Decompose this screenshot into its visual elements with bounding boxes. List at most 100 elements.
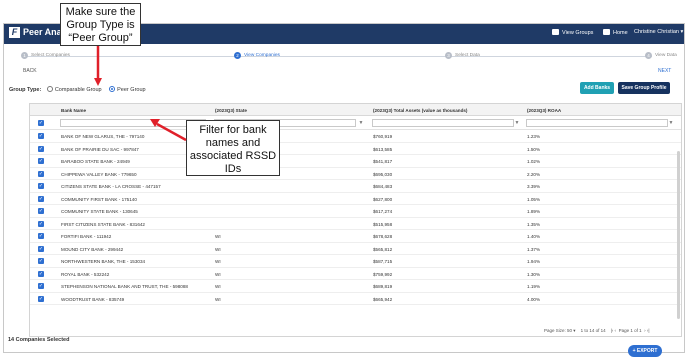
step-select-companies[interactable]: 1 Select Companies [21,52,70,59]
annotation-line: names and [205,137,261,149]
peer-group-label[interactable]: Peer Group [117,87,145,93]
users-icon [552,29,559,35]
table-row[interactable]: ✓ BANK OF NEW GLARUS, THE - 797140 $760,91… [30,130,681,143]
prev-page-icon[interactable]: ‹ [615,328,617,333]
table-row[interactable]: ✓ FIRST CITIZENS STATE BANK - 831642 $515,… [30,218,681,230]
user-menu[interactable]: Christine Christian ▾ [634,29,683,35]
home-icon [603,29,610,35]
total-assets-cell: $665,942 [373,296,393,302]
user-menu-label: Christine Christian ▾ [634,29,684,35]
roaa-cell: 1.23% [527,134,541,139]
total-assets-filter-input[interactable] [372,119,514,127]
table-row[interactable]: ✓ ROYAL BANK - 532242 WI $759,992 1.30% [30,268,681,280]
progress-stepper: 1 Select Companies 2 View Companies 3 Selec… [4,52,684,64]
selected-count: 14 Companies Selected [8,337,70,343]
bank-name-cell: FIRST CITIZENS STATE BANK - 831642 [61,221,145,227]
total-assets-cell: $695,030 [373,171,393,177]
nav-home-label: Home [613,30,628,36]
table-row[interactable]: ✓ MOUND CITY BANK - 299442 WI $565,812 1.37% [30,243,681,255]
row-checkbox[interactable]: ✓ [38,145,44,152]
row-checkbox[interactable]: ✓ [38,295,44,302]
back-link[interactable]: BACK [23,68,37,74]
total-assets-cell: $541,817 [373,159,393,164]
state-cell: WI [215,284,221,289]
total-assets-filter-icon[interactable]: ▼ [514,120,520,126]
row-checkbox[interactable]: ✓ [38,270,44,277]
roaa-cell: 1.40% [527,234,541,239]
row-checkbox[interactable]: ✓ [38,195,44,202]
bank-name-cell: COMMUNITY STATE BANK - 130645 [61,209,138,214]
next-page-icon[interactable]: › [644,328,646,333]
row-checkbox[interactable]: ✓ [38,133,44,139]
nav-view-groups[interactable]: View Groups [552,29,593,36]
state-cell: WI [215,296,221,302]
roaa-cell: 3.39% [527,184,541,189]
table-row[interactable]: ✓ NORTHWESTERN BANK, THE - 153034 WI $587,7… [30,255,681,268]
next-link[interactable]: NEXT [658,68,671,74]
last-page-icon[interactable]: ›| [647,328,650,333]
roaa-filter-icon[interactable]: ▼ [668,120,674,126]
pagination: Page Size: 50 ▾ 1 to 14 of 14 |‹ ‹ Page … [544,328,650,334]
row-checkbox[interactable]: ✓ [38,283,44,289]
column-header-bank-name[interactable]: Bank Name [61,108,86,113]
table-row[interactable]: ✓ BARABOO STATE BANK - 24949 $541,817 1.02% [30,155,681,168]
export-button[interactable]: + EXPORT [628,345,662,357]
row-checkbox[interactable]: ✓ [38,258,44,264]
roaa-cell: 1.05% [527,196,541,202]
row-checkbox[interactable]: ✓ [38,158,44,164]
step-label: Select Data [455,53,480,58]
roaa-cell: 1.89% [527,209,541,214]
bank-name-cell: STEPHENSON NATIONAL BANK AND TRUST, THE … [61,284,188,289]
roaa-cell: 1.19% [527,284,541,289]
roaa-cell: 1.50% [527,146,541,152]
peer-group-radio[interactable] [109,86,116,92]
total-assets-cell: $627,800 [373,196,393,202]
table-row[interactable]: ✓ CITIZENS STATE BANK - LA CROSSE - 44715… [30,180,681,193]
step-view-data[interactable]: 4 View Data [645,52,677,59]
total-assets-cell: $684,483 [373,184,393,189]
comparable-group-label[interactable]: Comparable Group [55,87,102,93]
table-row[interactable]: ✓ COMMUNITY STATE BANK - 130645 $617,274 1.… [30,205,681,218]
save-group-profile-button[interactable]: Save Group Profile [618,82,670,94]
row-checkbox[interactable]: ✓ [38,220,44,227]
table-scrollbar[interactable] [677,151,680,319]
state-cell: WI [215,271,221,277]
table-row[interactable]: ✓ WOODTRUST BANK - 835749 WI $665,942 4.00% [30,293,681,305]
step-number: 4 [645,52,652,59]
nav-home[interactable]: Home [603,29,628,36]
bank-name-cell: BANK OF PRAIRIE DU SAC - 997847 [61,146,139,152]
add-banks-button[interactable]: Add Banks [580,82,614,94]
roaa-filter-input[interactable] [526,119,668,127]
column-header-roaa[interactable]: (2023Q3) ROAA [527,108,561,113]
first-page-icon[interactable]: |‹ [611,328,614,333]
total-assets-cell: $760,919 [373,134,393,139]
state-filter-icon[interactable]: ▼ [358,120,364,126]
row-checkbox[interactable]: ✓ [38,170,44,177]
row-checkbox[interactable]: ✓ [38,245,44,252]
table-row[interactable]: ✓ COMMUNITY FIRST BANK - 175140 $627,800 1.… [30,193,681,205]
table-row[interactable]: ✓ BANK OF PRAIRIE DU SAC - 997847 $613,585… [30,143,681,155]
annotation-group-type: Make sure the Group Type is “Peer Group” [60,3,141,46]
total-assets-cell: $587,715 [373,259,393,264]
roaa-cell: 1.30% [527,271,541,277]
bank-name-filter-input[interactable] [60,119,206,127]
table-row[interactable]: ✓ CHIPPEWA VALLEY BANK - 779650 $695,030 2.… [30,168,681,180]
page-size-select[interactable]: 50 ▾ [567,328,576,333]
column-header-state[interactable]: (2023Q3) State [215,108,247,113]
step-select-data[interactable]: 3 Select Data [445,52,480,59]
table-row[interactable]: ✓ STEPHENSON NATIONAL BANK AND TRUST, THE… [30,280,681,293]
total-assets-cell: $565,812 [373,246,393,252]
row-checkbox[interactable]: ✓ [38,208,44,214]
row-checkbox[interactable]: ✓ [38,233,44,239]
step-view-companies[interactable]: 2 View Companies [234,52,280,59]
bank-name-cell: MOUND CITY BANK - 299442 [61,246,124,252]
annotation-filter: Filter for bank names and associated RSS… [186,120,280,176]
logo-icon: F [9,27,20,38]
column-header-total-assets[interactable]: (2023Q3) Total Assets (value as thousand… [373,108,467,113]
table-row[interactable]: ✓ FORTIFI BANK - 111942 WI $678,628 1.40% [30,230,681,243]
filter-row: ✓ ▼ ▼ ▼ [30,116,681,130]
select-all-checkbox[interactable]: ✓ [38,120,44,126]
row-checkbox[interactable]: ✓ [38,183,44,189]
comparable-group-radio[interactable] [46,86,53,92]
page-indicator: Page 1 of 1 [618,328,642,333]
